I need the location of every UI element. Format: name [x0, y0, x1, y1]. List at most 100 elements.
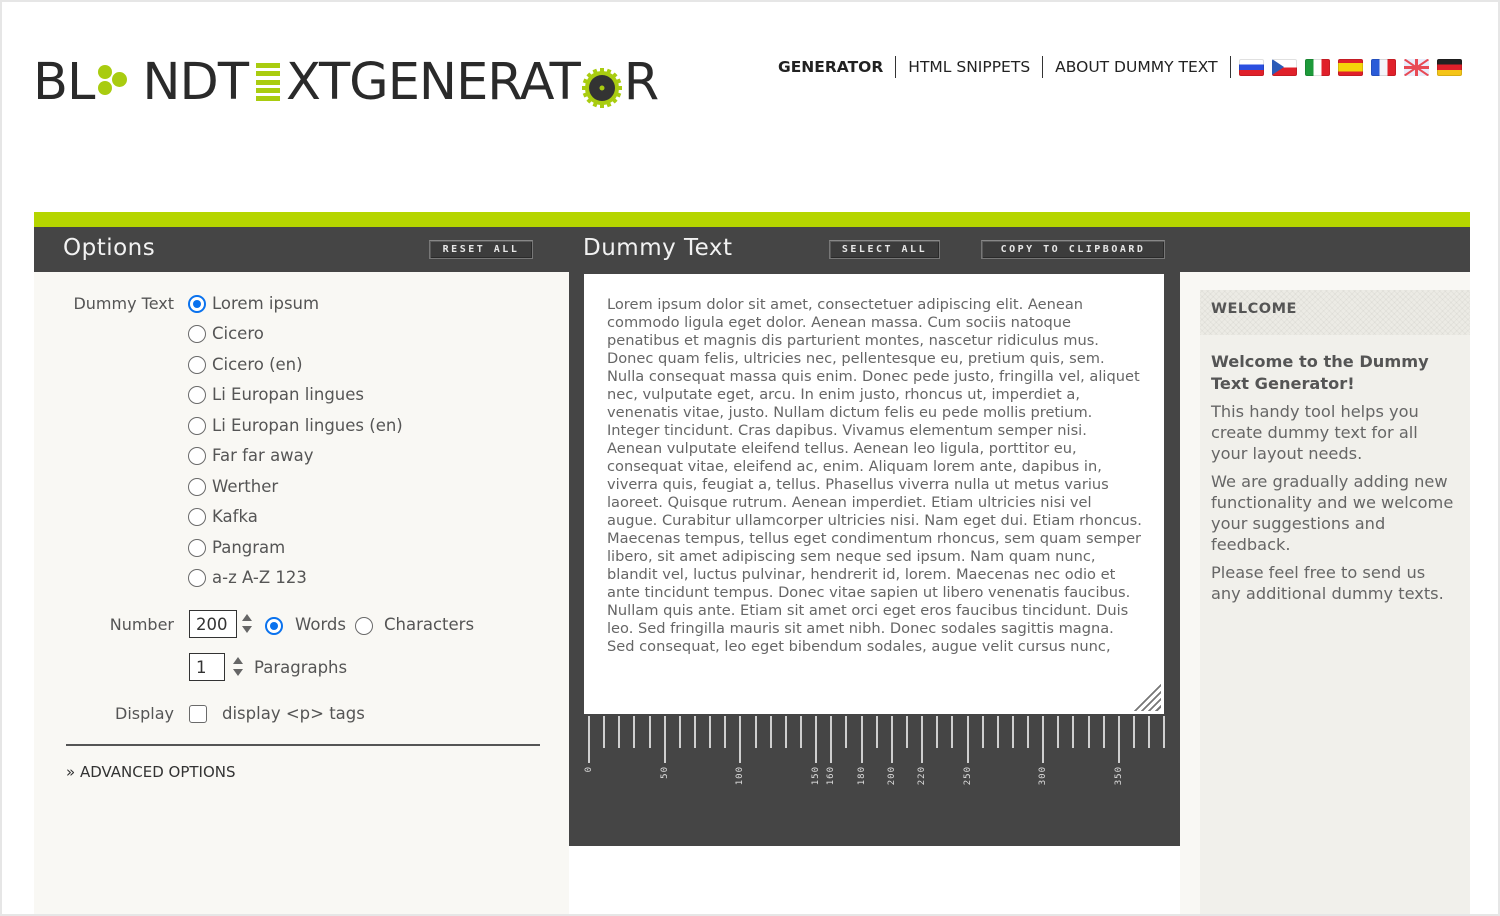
radio-kafka[interactable]: Kafka: [188, 507, 258, 526]
radio-button[interactable]: [188, 568, 206, 587]
logo-text-ndt: NDT: [142, 52, 249, 112]
flag-czech-icon[interactable]: [1271, 58, 1297, 76]
radio-li-europan-lingues-en[interactable]: Li Europan lingues (en): [188, 416, 403, 435]
logo-text-xtgenerat: XTGENERAT: [285, 52, 581, 112]
radio-button[interactable]: [188, 477, 206, 496]
number-label: Number: [109, 615, 174, 634]
dummy-text-output[interactable]: Lorem ipsum dolor sit amet, consectetuer…: [584, 274, 1164, 714]
ruler-tick: [739, 716, 742, 763]
ruler-tick: [678, 716, 681, 748]
logo[interactable]: BL NDT XTGENERAT R: [33, 52, 659, 112]
flag-french-icon[interactable]: [1370, 58, 1396, 76]
radio-button[interactable]: [188, 355, 206, 374]
radio-far-far-away[interactable]: Far far away: [188, 446, 314, 465]
radio-pangram[interactable]: Pangram: [188, 538, 285, 557]
ruler-label: 150: [811, 766, 822, 786]
ruler-tick: [875, 716, 878, 748]
accent-bar: [34, 212, 1470, 227]
ruler-tick: [663, 716, 666, 763]
paragraphs-spinner[interactable]: [232, 655, 243, 679]
spin-down-icon[interactable]: [242, 626, 252, 633]
nav-html-snippets[interactable]: HTML SNIPPETS: [896, 58, 1042, 76]
radio-li-europan-lingues[interactable]: Li Europan lingues: [188, 385, 364, 404]
nav-generator[interactable]: GENERATOR: [778, 58, 895, 76]
flag-spanish-icon[interactable]: [1337, 58, 1363, 76]
welcome-body: Welcome to the Dummy Text Generator! Thi…: [1200, 335, 1470, 627]
ruler-tick: [588, 716, 590, 763]
logo-text-r: R: [623, 52, 659, 112]
ruler-tick: [754, 716, 757, 748]
ruler-tick: [648, 716, 651, 748]
flag-russian-icon[interactable]: [1238, 58, 1264, 76]
advanced-options-link[interactable]: » ADVANCED OPTIONS: [66, 763, 236, 781]
ruler-tick-marked: [830, 716, 833, 763]
radio-characters[interactable]: [355, 617, 373, 635]
ruler-tick: [784, 716, 787, 748]
words-label: Words: [295, 615, 347, 634]
radio-words[interactable]: [265, 617, 283, 635]
flag-italian-icon[interactable]: [1304, 58, 1330, 76]
paragraphs-label: Paragraphs: [254, 658, 348, 677]
ruler-tick: [936, 716, 939, 748]
radio-az-123[interactable]: a-z A-Z 123: [188, 568, 307, 587]
dummy-text-label: Dummy Text: [73, 294, 174, 313]
ruler-tick: [845, 716, 848, 748]
welcome-heading: Welcome to the Dummy Text Generator!: [1211, 352, 1429, 393]
spin-down-icon[interactable]: [233, 669, 243, 676]
display-p-tags-label: display <p> tags: [222, 704, 365, 723]
panel-header-bar: Options RESET ALL Dummy Text SELECT ALL …: [34, 227, 1470, 272]
radio-button[interactable]: [188, 385, 206, 404]
radio-label: Werther: [212, 477, 279, 496]
ruler-tick: [1102, 716, 1105, 748]
flag-english-icon[interactable]: [1403, 58, 1429, 76]
radio-label: Pangram: [212, 538, 286, 557]
spin-up-icon[interactable]: [242, 614, 252, 621]
number-spinner[interactable]: [241, 612, 252, 636]
welcome-paragraph: This handy tool helps you create dummy t…: [1211, 402, 1419, 463]
radio-button[interactable]: [188, 416, 206, 435]
dummy-text-content: Lorem ipsum dolor sit amet, consectetuer…: [607, 296, 1142, 655]
flag-german-icon[interactable]: [1436, 58, 1462, 76]
ruler-tick: [1133, 716, 1136, 748]
ruler-tick: [1057, 716, 1060, 748]
ruler-label: 180: [856, 766, 867, 786]
radio-button[interactable]: [188, 507, 206, 526]
ruler-tick: [1087, 716, 1090, 748]
reset-all-button[interactable]: RESET ALL: [429, 240, 533, 259]
ruler-tick: [1117, 716, 1120, 763]
radio-button[interactable]: [188, 324, 206, 343]
ruler-tick: [890, 716, 893, 763]
select-all-button[interactable]: SELECT ALL: [829, 240, 940, 259]
text-width-ruler: 0 50 100 150 160 180 200 220 250 300 350: [569, 714, 1180, 846]
radio-cicero[interactable]: Cicero: [188, 324, 264, 343]
ruler-tick: [1163, 716, 1166, 748]
radio-label: Li Europan lingues (en): [212, 416, 403, 435]
radio-lorem-ipsum[interactable]: Lorem ipsum: [188, 294, 319, 313]
ruler-tick: [1011, 716, 1014, 748]
ruler-tick: [1072, 716, 1075, 748]
logo-gear-icon: [581, 62, 622, 108]
language-flags: [1238, 58, 1462, 76]
number-input[interactable]: [189, 610, 237, 638]
ruler-tick: [769, 716, 772, 748]
options-panel: Dummy Text Lorem ipsum Cicero Cicero (en…: [34, 272, 569, 914]
radio-button[interactable]: [188, 538, 206, 557]
ruler-label: 50: [659, 766, 670, 779]
radio-label: Far far away: [212, 446, 314, 465]
display-p-tags-checkbox[interactable]: [189, 705, 207, 723]
spin-up-icon[interactable]: [233, 657, 243, 664]
ruler-label: 300: [1038, 766, 1049, 786]
ruler-tick: [905, 716, 908, 748]
copy-to-clipboard-button[interactable]: COPY TO CLIPBOARD: [981, 240, 1165, 259]
paragraphs-input[interactable]: [189, 653, 225, 681]
radio-label: Cicero: [212, 324, 264, 343]
radio-werther[interactable]: Werther: [188, 477, 278, 496]
radio-button-selected[interactable]: [188, 294, 206, 313]
radio-button[interactable]: [188, 446, 206, 465]
radio-cicero-en[interactable]: Cicero (en): [188, 355, 303, 374]
ruler-tick-marked: [921, 716, 924, 763]
ruler-tick: [693, 716, 696, 748]
resize-handle-icon[interactable]: [1131, 681, 1161, 711]
radio-label: Cicero (en): [212, 355, 303, 374]
nav-about-dummy-text[interactable]: ABOUT DUMMY TEXT: [1043, 58, 1229, 76]
